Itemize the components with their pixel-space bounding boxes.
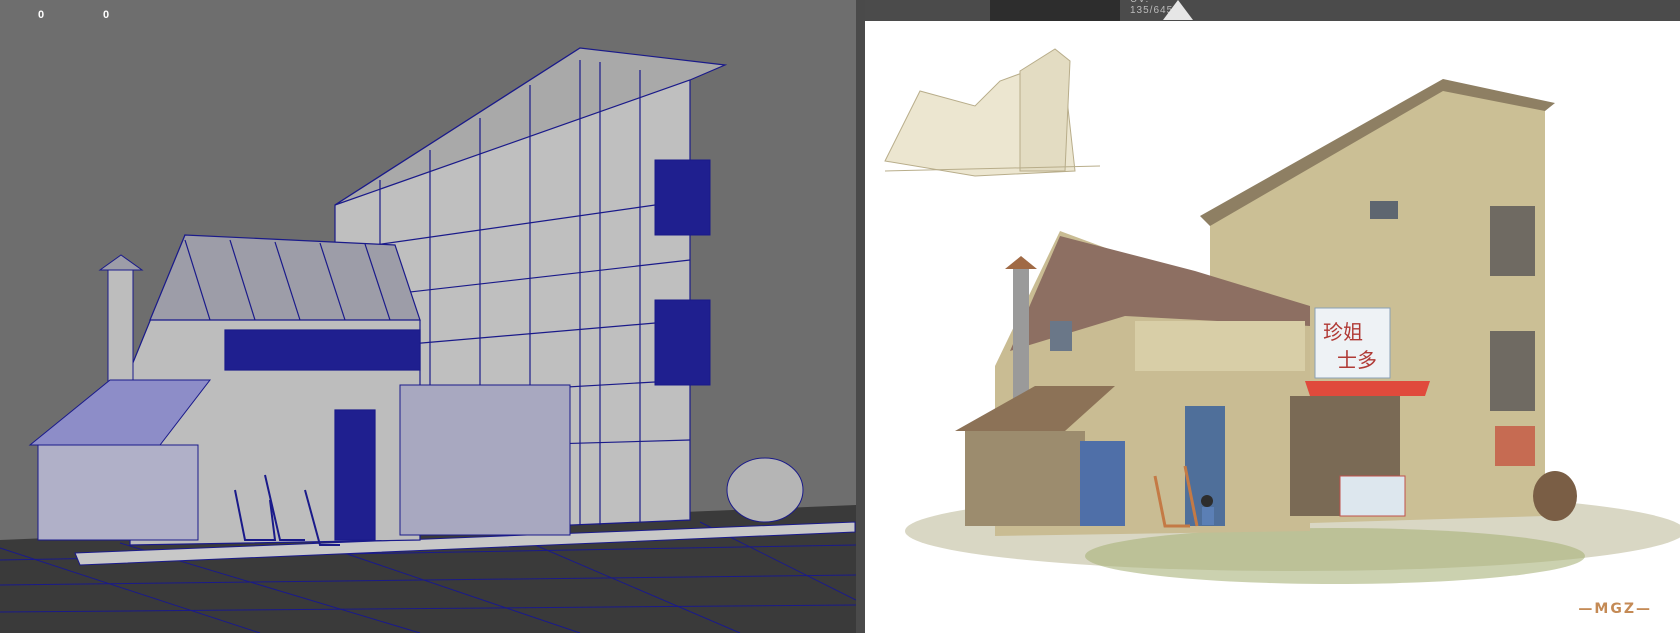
kid [1201,495,1213,507]
balcony [654,299,711,386]
sketch-thumbnail [884,48,1101,177]
chimney [107,269,134,391]
balcony [654,159,711,236]
sign-line2: 士多 [1337,348,1377,372]
grass [1085,528,1585,584]
artist-signature: —MGZ— [1578,601,1652,617]
ice-cream-freezer [1339,475,1406,517]
stall [399,384,571,536]
panel-divider[interactable] [856,0,865,633]
toolbar-tab[interactable]: UV: 135/645 [990,0,1172,21]
reference-toolbar: UV: 135/645 [865,0,1680,21]
shed [37,444,199,541]
basket [726,457,804,523]
crates [1080,441,1125,526]
reference-image: 珍姐 士多 —MGZ— [865,21,1680,633]
sign-line1: 珍姐 [1323,320,1363,344]
basket-painted [1533,471,1577,521]
reference-panel: UV: 135/645 [865,0,1680,633]
wireframe-scene [0,47,856,633]
shed-wall [965,431,1085,526]
triangle-icon[interactable] [1163,0,1193,20]
shop-awning [1305,381,1430,396]
shop-sign: 珍姐 士多 [1314,307,1391,379]
concept-painting: 珍姐 士多 [884,48,1680,584]
3d-viewport[interactable]: 0 0 [0,0,856,633]
